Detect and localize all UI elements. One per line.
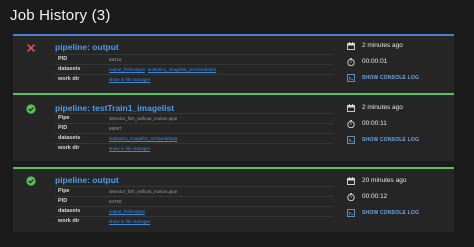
meta-key: PID	[58, 56, 68, 62]
meta-key: Pipe	[58, 188, 70, 194]
meta-value: testtrain1_imagelist_archived/data	[109, 136, 180, 141]
meta-value: 64758	[109, 198, 122, 204]
duration: 00:00:11	[362, 120, 387, 127]
console-log-label: SHOW CONSOLE LOG	[362, 137, 420, 143]
meta-row-datasets: datasets output_fish/output testtrain1_im…	[55, 64, 333, 74]
dataset-link[interactable]: output_fish/output	[109, 209, 145, 214]
calendar-icon	[347, 42, 355, 50]
meta-row-pid: PID 69416	[55, 54, 333, 64]
meta-key: work dir	[58, 218, 80, 224]
meta-key: PID	[58, 198, 68, 204]
meta-key: work dir	[58, 76, 80, 82]
meta-row-workdir: work dir show in file manager	[55, 216, 333, 226]
meta-key: datasets	[58, 208, 81, 214]
file-manager-link[interactable]: show in file manager	[109, 77, 150, 82]
calendar-icon	[347, 104, 355, 112]
meta-key: Pipe	[58, 115, 70, 121]
meta-row-workdir: work dir show in file manager	[55, 143, 333, 153]
console-icon	[347, 74, 355, 82]
dataset-link[interactable]: testtrain1_imagelist_archived/data	[148, 67, 216, 72]
job-card: pipeline: testTrain1_imagelist Pipe dete…	[13, 93, 454, 161]
pipeline-name: pipeline: output	[55, 42, 119, 52]
meta-row-pid: PID 69087	[55, 123, 333, 133]
meta-value: detector_fish_without_motion.pipe	[109, 188, 178, 194]
console-log-label: SHOW CONSOLE LOG	[362, 75, 420, 81]
file-manager-link[interactable]: show in file manager	[109, 146, 150, 151]
duration: 00:00:01	[362, 58, 388, 65]
calendar-icon	[347, 177, 355, 185]
meta-row-datasets: datasets output_fish/output	[55, 206, 333, 216]
meta-row-workdir: work dir show in file manager	[55, 74, 333, 84]
check-circle-icon	[26, 104, 36, 114]
job-card: pipeline: output PID 69416 datasets outp…	[13, 34, 454, 93]
time-ago: 2 minutes ago	[362, 42, 403, 49]
meta-key: datasets	[58, 66, 81, 72]
time-ago: 20 minutes ago	[362, 177, 407, 184]
console-icon	[347, 136, 355, 144]
stopwatch-icon	[347, 58, 355, 66]
meta-value: show in file manager	[109, 77, 153, 82]
meta-row-pipe: Pipe detector_fish_without_motion.pipe	[55, 113, 333, 123]
check-circle-icon	[26, 176, 36, 186]
page-title: Job History (3)	[10, 7, 111, 24]
meta-value: output_fish/output	[109, 209, 148, 214]
meta-row-datasets: datasets testtrain1_imagelist_archived/d…	[55, 133, 333, 143]
console-log-label: SHOW CONSOLE LOG	[362, 210, 420, 216]
meta-key: datasets	[58, 135, 81, 141]
meta-key: work dir	[58, 145, 80, 151]
duration: 00:00:12	[362, 193, 388, 200]
close-icon	[27, 44, 35, 52]
meta-value: 69416	[109, 56, 122, 62]
job-card: pipeline: output Pipe detector_fish_with…	[13, 167, 454, 232]
meta-value: output_fish/output testtrain1_imagelist_a…	[109, 67, 219, 72]
file-manager-link[interactable]: show in file manager	[109, 219, 150, 224]
console-icon	[347, 209, 355, 217]
stopwatch-icon	[347, 120, 355, 128]
meta-value: show in file manager	[109, 146, 153, 151]
meta-row-pipe: Pipe detector_fish_without_motion.pipe	[55, 186, 333, 196]
meta-key: PID	[58, 125, 68, 131]
dataset-link[interactable]: testtrain1_imagelist_archived/data	[109, 136, 177, 141]
pipeline-name: pipeline: output	[55, 175, 119, 185]
meta-value: 69087	[109, 125, 122, 131]
dataset-link[interactable]: output_fish/output	[109, 67, 145, 72]
meta-value: detector_fish_without_motion.pipe	[109, 115, 178, 121]
stopwatch-icon	[347, 193, 355, 201]
pipeline-name: pipeline: testTrain1_imagelist	[55, 103, 175, 113]
meta-value: show in file manager	[109, 219, 153, 224]
time-ago: 2 minutes ago	[362, 104, 403, 111]
meta-row-pid: PID 64758	[55, 196, 333, 206]
